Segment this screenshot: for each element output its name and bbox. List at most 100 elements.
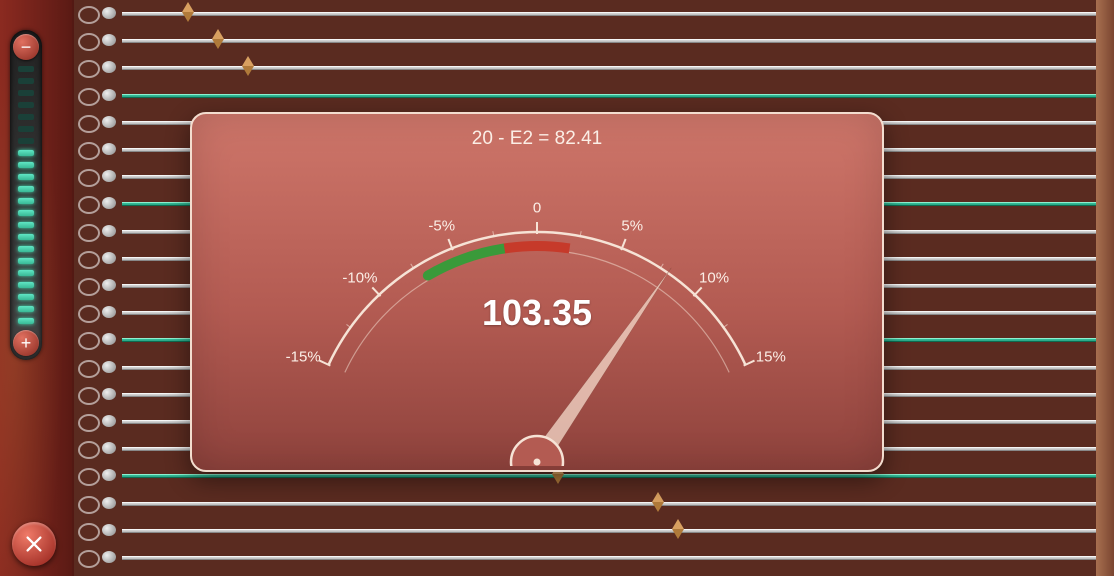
tuning-peg [102,89,116,101]
string-loop [78,88,100,106]
volume-segment [18,186,34,192]
right-frame [1096,0,1114,576]
string-loop [78,60,100,78]
tuner-panel: 20 - E2 = 82.41 103.35 -15%-10%-5%05%10%… [190,112,884,472]
scale-tick-label: -15% [286,348,321,365]
volume-segment [18,270,34,276]
string-loop [78,115,100,133]
tuning-peg [102,252,116,264]
tuning-peg [102,143,116,155]
string-18[interactable] [72,472,1096,478]
app-root: { "tuner": { "title": "20 - E2 = 82.41",… [0,0,1114,576]
tuning-peg [102,361,116,373]
scale-tick-label: 10% [699,270,729,287]
volume-segment [18,210,34,216]
string-wire [122,474,1096,478]
tuning-peg [102,442,116,454]
string-19[interactable] [72,500,1096,506]
string-loop [78,496,100,514]
string-loop [78,360,100,378]
volume-segment [18,258,34,264]
volume-segment [18,174,34,180]
volume-segment [18,150,34,156]
tuning-peg [102,279,116,291]
tuning-peg [102,333,116,345]
bridge [652,492,664,512]
tuning-peg [102,61,116,73]
string-loop [78,387,100,405]
string-loop [78,169,100,187]
string-1[interactable] [72,10,1096,16]
volume-segment [18,102,34,108]
volume-track[interactable] [18,66,34,324]
string-wire [122,556,1096,560]
string-loop [78,550,100,568]
tuning-peg [102,469,116,481]
volume-segment [18,234,34,240]
string-21[interactable] [72,554,1096,560]
tuning-peg [102,388,116,400]
scale-tick-label: 5% [621,218,643,235]
string-wire [122,12,1096,16]
string-wire [122,502,1096,506]
string-loop [78,278,100,296]
string-loop [78,142,100,160]
close-button[interactable] [12,522,56,566]
volume-segment [18,66,34,72]
tuning-peg [102,306,116,318]
scale-tick-label: 15% [756,348,786,365]
volume-segment [18,294,34,300]
string-loop [78,332,100,350]
volume-segment [18,198,34,204]
string-3[interactable] [72,64,1096,70]
minus-icon: − [21,37,32,58]
tuning-peg [102,524,116,536]
string-loop [78,196,100,214]
tuning-peg [102,551,116,563]
tuner-reading: 103.35 [192,292,882,334]
string-loop [78,441,100,459]
bridge [212,29,224,49]
tuning-peg [102,7,116,19]
volume-segment [18,126,34,132]
volume-segment [18,318,34,324]
string-4[interactable] [72,92,1096,98]
volume-segment [18,246,34,252]
bridge [242,56,254,76]
plus-icon: + [21,333,32,354]
string-wire [122,39,1096,43]
string-wire [122,529,1096,533]
tuner-target-label: 20 - E2 = 82.41 [192,128,882,150]
string-loop [78,224,100,242]
tuning-peg [102,497,116,509]
string-loop [78,414,100,432]
string-loop [78,468,100,486]
volume-slider[interactable]: − + [10,30,42,360]
volume-segment [18,306,34,312]
tuning-peg [102,415,116,427]
volume-minus-button[interactable]: − [13,34,39,60]
scale-tick-label: 0 [533,200,541,217]
string-20[interactable] [72,527,1096,533]
string-loop [78,305,100,323]
volume-segment [18,90,34,96]
tuning-peg [102,225,116,237]
string-wire [122,66,1096,70]
string-loop [78,33,100,51]
volume-segment [18,78,34,84]
string-wire [122,94,1096,98]
tuning-peg [102,116,116,128]
tuning-peg [102,34,116,46]
bridge [672,519,684,539]
string-loop [78,6,100,24]
volume-plus-button[interactable]: + [13,330,39,356]
volume-segment [18,282,34,288]
string-loop [78,523,100,541]
volume-segment [18,138,34,144]
close-icon [23,533,45,555]
string-2[interactable] [72,37,1096,43]
scale-tick-label: -10% [342,270,377,287]
tuning-peg [102,170,116,182]
volume-segment [18,162,34,168]
bridge [182,2,194,22]
